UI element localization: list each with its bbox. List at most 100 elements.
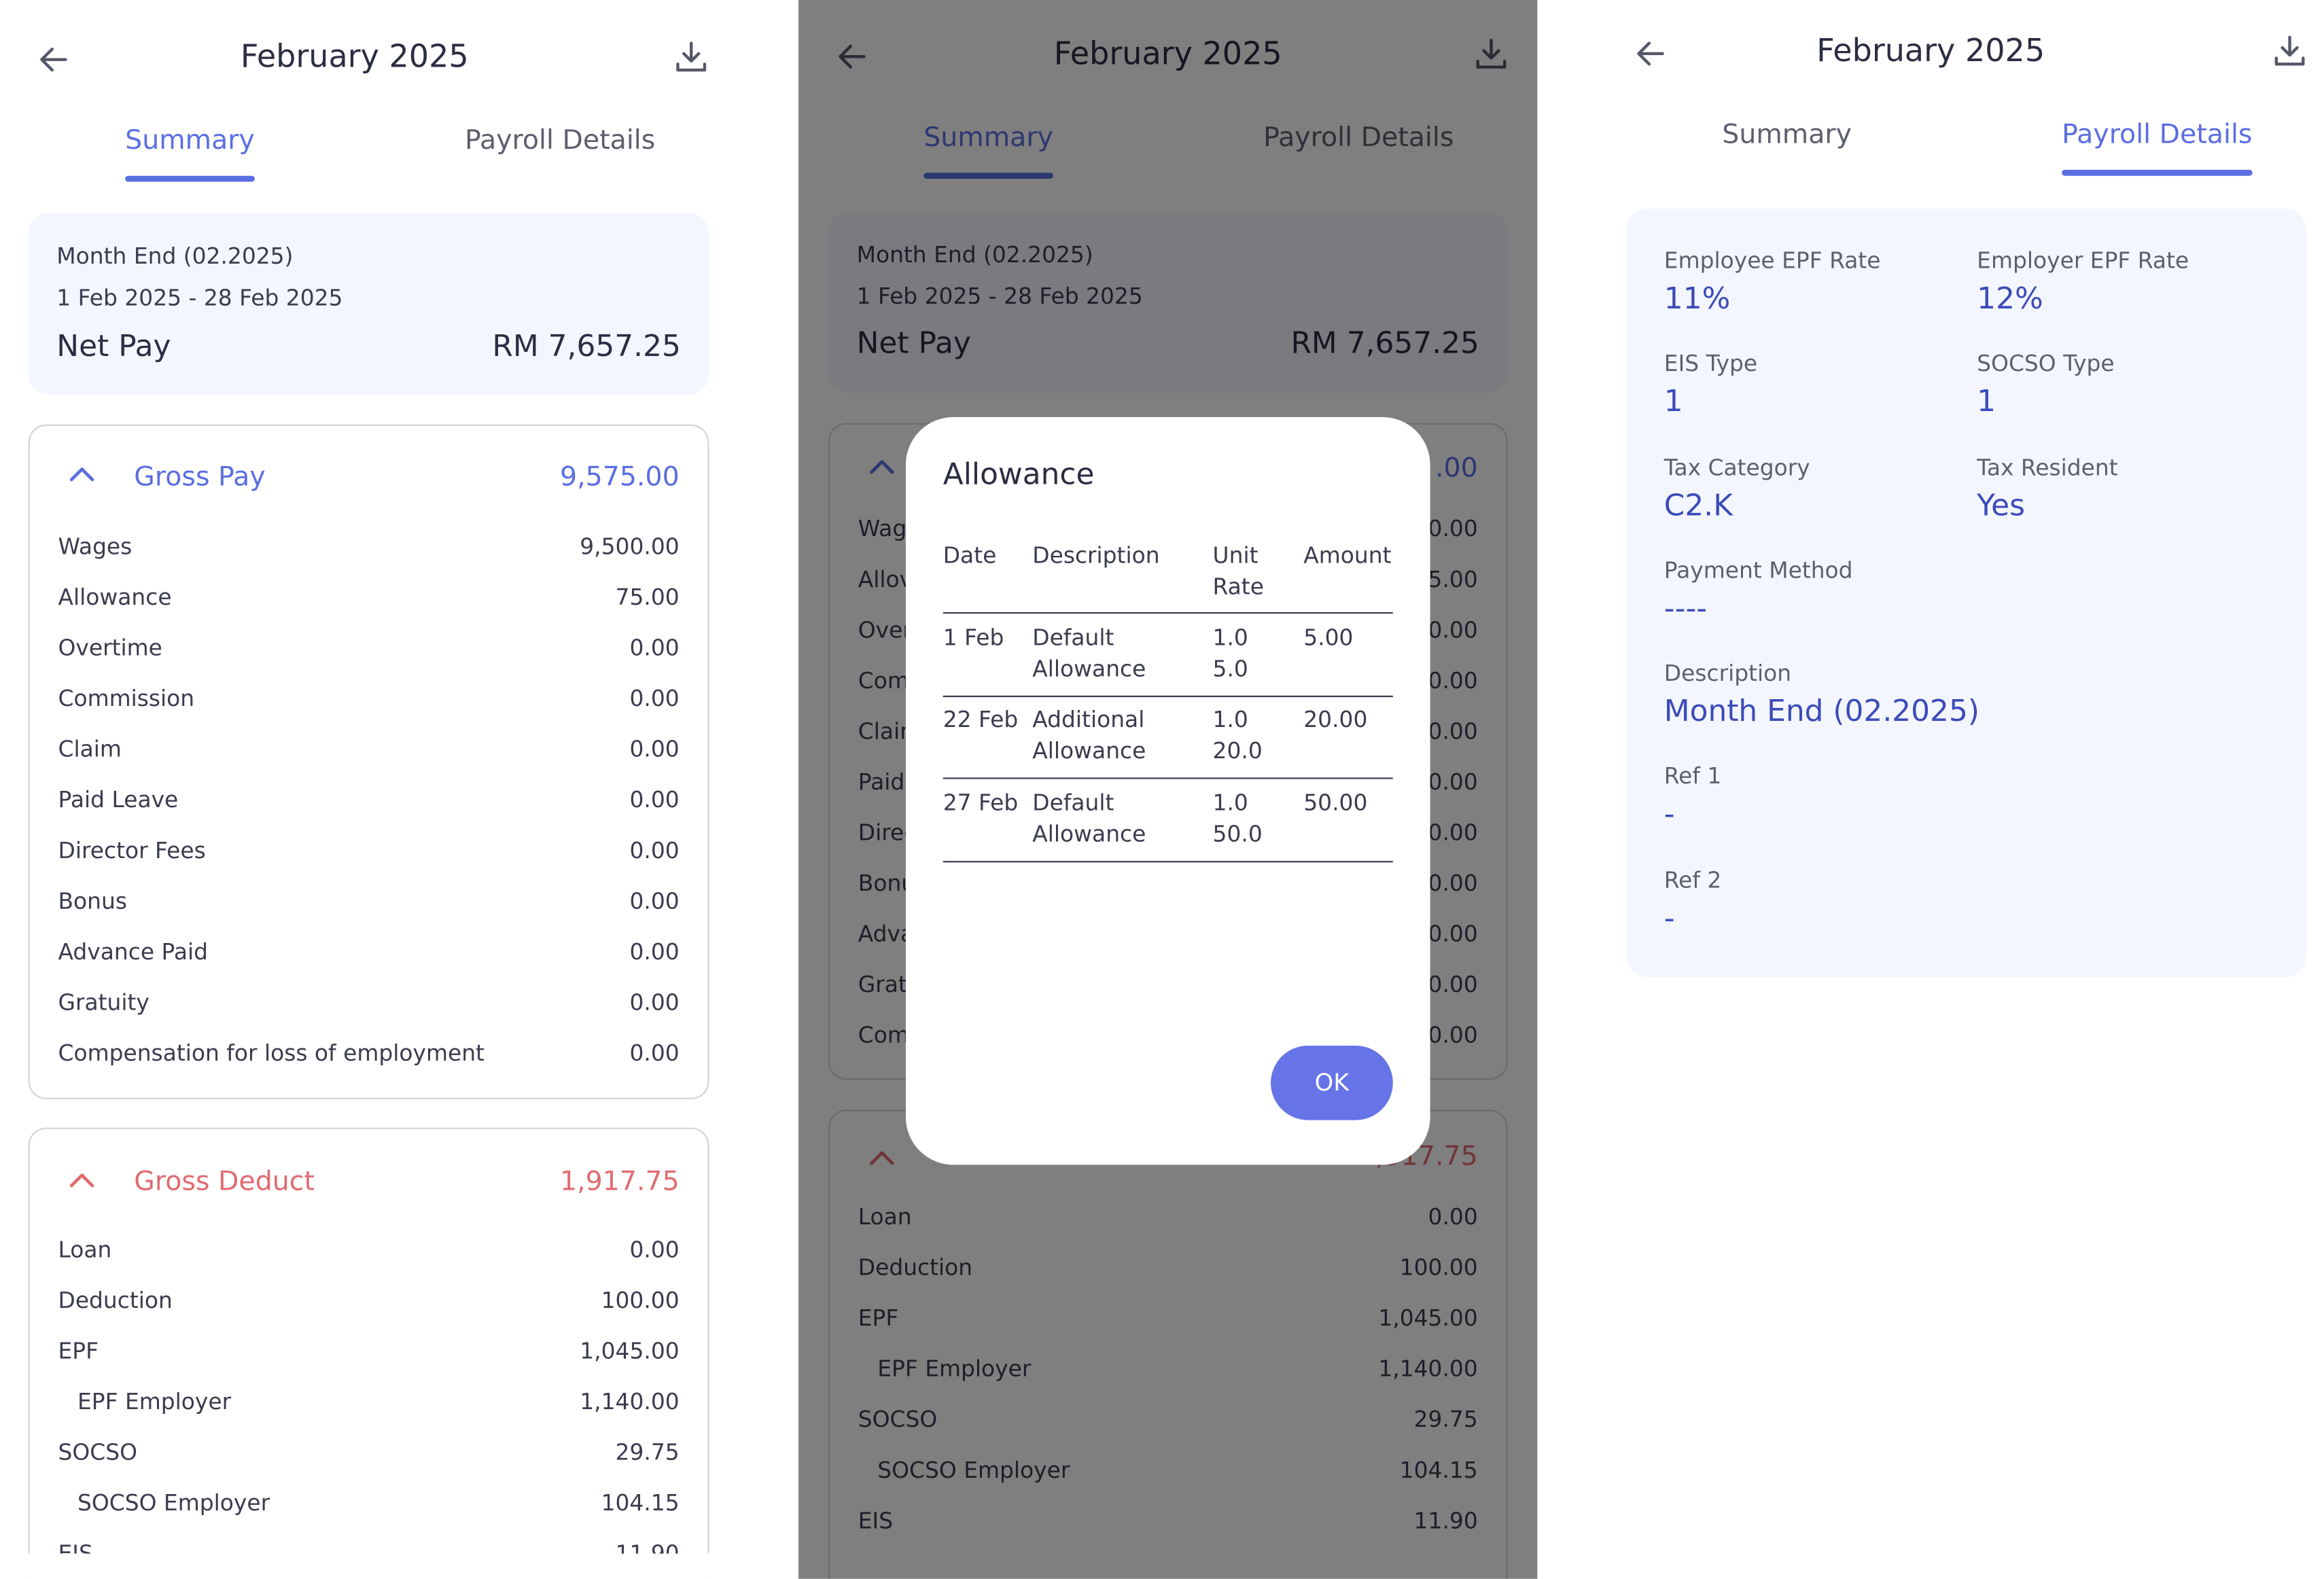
item-label: Director Fees [58,837,206,864]
net-pay-value: RM 7,657.25 [492,327,681,363]
list-item: Overtime 0.00 [58,635,679,667]
cell-date: 1 Feb [943,624,1004,652]
tax-resident-label: Tax Resident [1977,454,2118,482]
tab-bar: Summary Payroll Details [1537,119,2324,179]
cell-description: Allowance [1032,820,1146,848]
gross-pay-total: 9,575.00 [559,461,680,493]
item-value: 104.15 [601,1489,680,1516]
item-value: 0.00 [629,1040,680,1067]
gross-pay-header[interactable]: Gross Pay 9,575.00 [30,426,707,530]
item-value: 0.00 [629,786,680,813]
list-item: Deduction 100.00 [58,1287,679,1319]
tax-resident-value: Yes [1977,486,2025,523]
item-label: Deduction [58,1287,173,1314]
date-range: 1 Feb 2025 - 28 Feb 2025 [56,284,343,312]
gross-deduct-total: 1,917.75 [559,1166,680,1198]
item-label: Loan [58,1236,112,1264]
allowance-dialog-screen: February 2025 Summary Payroll Details Mo… [798,0,1538,1579]
list-item: Claim 0.00 [58,736,679,768]
column-header-date: Date [943,542,997,569]
gross-deduct-section: Gross Deduct 1,917.75 Loan 0.00 Deduction… [28,1127,709,1579]
employee-epf-rate-value: 11% [1663,280,1731,316]
download-icon[interactable] [2272,33,2308,69]
chevron-up-icon[interactable] [69,1171,95,1188]
cell-description: Allowance [1032,737,1146,764]
employer-epf-rate-value: 12% [1977,280,2043,316]
list-item: Bonus 0.00 [58,888,679,921]
socso-type-label: SOCSO Type [1977,350,2115,377]
item-value: 9,500.00 [580,533,680,561]
cell-date: 27 Feb [943,789,1019,817]
tab-payroll-details[interactable]: Payroll Details [2062,119,2252,176]
item-label: Wages [58,533,133,561]
gross-pay-title: Gross Pay [134,461,266,493]
cell-date: 22 Feb [943,706,1019,733]
list-item: SOCSO Employer 104.15 [58,1489,680,1522]
item-label: Overtime [58,634,162,662]
item-value: 29.75 [615,1438,680,1466]
gross-deduct-title: Gross Deduct [134,1166,315,1198]
employee-epf-rate-label: Employee EPF Rate [1663,247,1881,274]
item-value: 0.00 [629,1236,680,1264]
table-divider [943,777,1393,779]
item-label: Allowance [58,584,172,611]
cell-description: Default [1032,624,1114,652]
ok-button[interactable]: OK [1271,1045,1393,1120]
gross-pay-section: Gross Pay 9,575.00 Wages 9,500.00 Allowan… [28,424,709,1099]
list-item: EPF 1,045.00 [58,1338,679,1370]
cell-rate: 50.0 [1212,820,1263,848]
item-value: 0.00 [629,989,680,1016]
tab-summary[interactable]: Summary [1722,119,1852,150]
item-label: Advance Paid [58,938,209,965]
table-divider [943,861,1393,863]
description-value: Month End (02.2025) [1663,692,1979,729]
payroll-details-screen: February 2025 Summary Payroll Details Em… [1537,0,2324,1579]
table-divider [943,612,1393,614]
cell-unit: 1.0 [1212,706,1248,733]
ref1-value: - [1663,795,1675,832]
dialog-title: Allowance [943,455,1095,492]
app-header: February 2025 [0,0,798,119]
list-item: Commission 0.00 [58,685,679,717]
screen-bottom-edge [0,1553,799,1579]
item-value: 75.00 [615,584,680,611]
ref2-value: - [1663,900,1675,936]
list-item: Compensation for loss of employment 0.00 [58,1040,679,1072]
list-item: Allowance 75.00 [58,584,679,616]
cell-unit: 1.0 [1212,789,1248,817]
cell-description: Allowance [1032,655,1146,683]
list-item: Gratuity 0.00 [58,989,679,1022]
item-value: 0.00 [629,887,680,915]
column-header-description: Description [1032,542,1160,569]
gross-deduct-header[interactable]: Gross Deduct 1,917.75 [30,1129,707,1233]
item-label: EPF [58,1337,99,1365]
list-item: EPF Employer 1,140.00 [58,1388,680,1421]
item-label: Commission [58,685,195,712]
item-label: SOCSO Employer [77,1489,270,1516]
list-item: Wages 9,500.00 [58,533,679,566]
cell-unit: 1.0 [1212,624,1248,652]
download-icon[interactable] [673,39,709,75]
list-item: Advance Paid 0.00 [58,938,679,971]
socso-type-value: 1 [1977,383,1996,419]
summary-screen: February 2025 Summary Payroll Details Mo… [0,0,799,1579]
payroll-details-card: Employee EPF Rate 11% Employer EPF Rate … [1626,208,2306,978]
ref1-label: Ref 1 [1663,762,1722,790]
tab-payroll-details[interactable]: Payroll Details [465,125,655,156]
eis-type-label: EIS Type [1663,350,1758,377]
cell-amount: 50.00 [1303,789,1368,817]
app-header: February 2025 [1537,0,2324,113]
item-value: 0.00 [629,685,680,712]
item-label: EPF Employer [77,1388,232,1415]
chevron-up-icon[interactable] [69,465,95,482]
item-value: 100.00 [601,1287,680,1314]
item-label: Gratuity [58,989,149,1016]
net-pay-label: Net Pay [56,327,171,363]
item-label: Bonus [58,887,127,915]
tab-summary[interactable]: Summary [125,125,255,182]
column-header-rate: Rate [1212,573,1264,601]
cell-description: Additional [1032,706,1145,733]
period-name: Month End (02.2025) [56,243,294,270]
item-label: SOCSO [58,1438,137,1466]
item-value: 0.00 [629,837,680,864]
